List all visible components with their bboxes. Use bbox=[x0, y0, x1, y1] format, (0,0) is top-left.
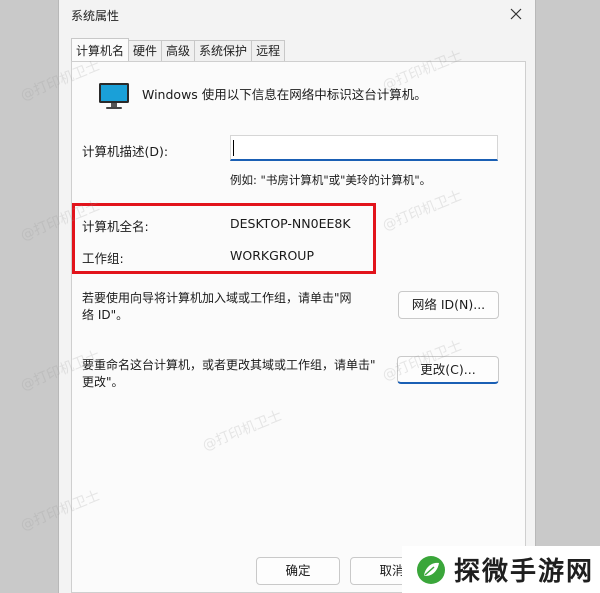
text-caret bbox=[233, 140, 234, 156]
rename-text-line-1: 要重命名这台计算机，或者更改其域或工作组，请单击" bbox=[82, 358, 376, 372]
logo-text: 探微手游网 bbox=[454, 557, 595, 587]
computer-description-input[interactable] bbox=[230, 135, 498, 161]
description-label: 计算机描述(D): bbox=[82, 144, 169, 159]
network-id-instructions: 若要使用向导将计算机加入域或工作组，请单击"网 络 ID"。 bbox=[82, 290, 352, 324]
description-example: 例如: "书房计算机"或"美玲的计算机"。 bbox=[230, 173, 432, 187]
close-button[interactable] bbox=[501, 2, 531, 26]
system-properties-dialog: 系统属性 计算机名 硬件 高级 系统保护 远程 Windows 使用以下信息在网… bbox=[58, 0, 536, 593]
computer-monitor-icon bbox=[99, 83, 129, 109]
change-button[interactable]: 更改(C)... bbox=[397, 356, 499, 384]
network-id-button[interactable]: 网络 ID(N)... bbox=[398, 291, 499, 319]
computer-name-panel: Windows 使用以下信息在网络中标识这台计算机。 计算机描述(D): 例如:… bbox=[71, 61, 526, 593]
window-title: 系统属性 bbox=[71, 9, 120, 23]
intro-text: Windows 使用以下信息在网络中标识这台计算机。 bbox=[142, 87, 427, 102]
tab-bar: 计算机名 硬件 高级 系统保护 远程 bbox=[71, 38, 286, 62]
network-id-text-line-1: 若要使用向导将计算机加入域或工作组，请单击"网 bbox=[82, 291, 352, 305]
highlight-box bbox=[72, 203, 376, 274]
rename-text-line-2: 更改"。 bbox=[82, 375, 124, 389]
tab-computer-name[interactable]: 计算机名 bbox=[71, 38, 130, 61]
rename-instructions: 要重命名这台计算机，或者更改其域或工作组，请单击" 更改"。 bbox=[82, 357, 376, 391]
site-logo: 探微手游网 bbox=[402, 546, 600, 593]
tab-hardware[interactable]: 硬件 bbox=[128, 40, 163, 61]
tab-remote[interactable]: 远程 bbox=[251, 40, 286, 61]
ok-button[interactable]: 确定 bbox=[256, 557, 340, 585]
close-icon bbox=[510, 8, 522, 20]
tab-advanced[interactable]: 高级 bbox=[161, 40, 196, 61]
network-id-text-line-2: 络 ID"。 bbox=[82, 308, 129, 322]
leaf-logo-icon bbox=[417, 555, 445, 584]
title-bar[interactable]: 系统属性 bbox=[59, 0, 535, 30]
tab-system-protection[interactable]: 系统保护 bbox=[194, 40, 253, 61]
